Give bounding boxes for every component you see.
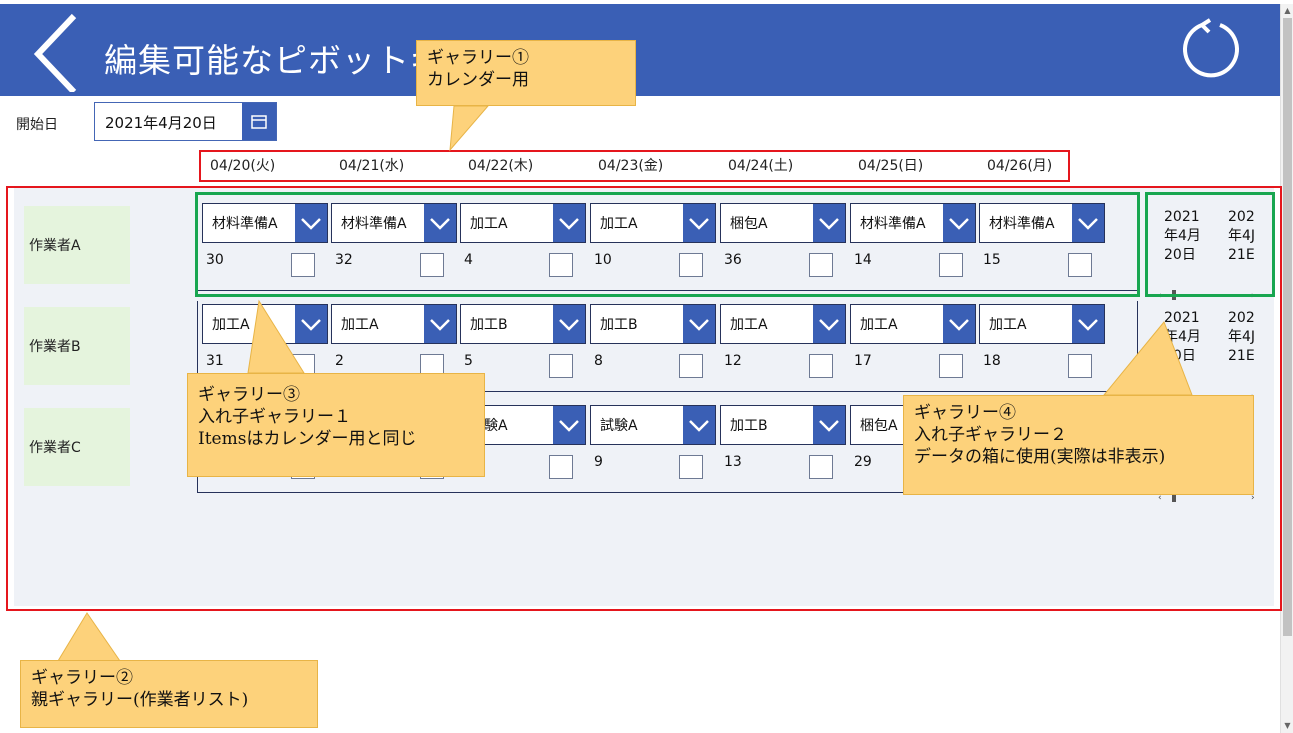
- callout-gallery-2-line-2: 親ギャラリー(作業者リスト): [31, 690, 249, 710]
- callout-gallery-2-line-1: ギャラリー②: [31, 668, 133, 688]
- callout-gallery-1-line-1: ギャラリー①: [427, 48, 529, 68]
- app-header: 編集可能なピボットギャラリー: [0, 4, 1280, 96]
- nested-gallery-1-frame: [195, 192, 1140, 297]
- calendar-button[interactable]: [242, 103, 276, 140]
- back-icon[interactable]: [30, 12, 86, 92]
- calendar-icon: [251, 115, 267, 129]
- nested-gallery-2-frame: [1145, 192, 1275, 297]
- callout-gallery-1: ギャラリー① カレンダー用: [416, 40, 636, 106]
- scroll-down-icon[interactable]: ▼: [1281, 720, 1293, 732]
- callout-gallery-1-line-2: カレンダー用: [427, 70, 529, 90]
- scrollbar-thumb[interactable]: [1283, 18, 1292, 636]
- callout-gallery-4-line-3: データの箱に使用(実際は非表示): [914, 447, 1166, 467]
- callout-gallery-3-line-3: Itemsはカレンダー用と同じ: [198, 429, 417, 449]
- callout-gallery-3-line-2: 入れ子ギャラリー１: [198, 407, 351, 427]
- callout-gallery-2: ギャラリー② 親ギャラリー(作業者リスト): [20, 660, 318, 728]
- scroll-up-icon[interactable]: ▲: [1281, 5, 1293, 17]
- refresh-icon[interactable]: [1180, 18, 1242, 80]
- start-date-value: 2021年4月20日: [105, 114, 217, 132]
- callout-gallery-4-line-2: 入れ子ギャラリー２: [914, 425, 1067, 445]
- start-date-label: 開始日: [16, 117, 58, 133]
- callout-gallery-3: ギャラリー③ 入れ子ギャラリー１ Itemsはカレンダー用と同じ: [187, 373, 485, 477]
- start-date-picker[interactable]: 2021年4月20日: [94, 102, 277, 141]
- callout-gallery-3-line-1: ギャラリー③: [198, 385, 300, 405]
- callout-gallery-4: ギャラリー④ 入れ子ギャラリー２ データの箱に使用(実際は非表示): [903, 395, 1254, 495]
- calendar-gallery-frame: [199, 150, 1070, 182]
- callout-gallery-4-line-1: ギャラリー④: [914, 403, 1016, 423]
